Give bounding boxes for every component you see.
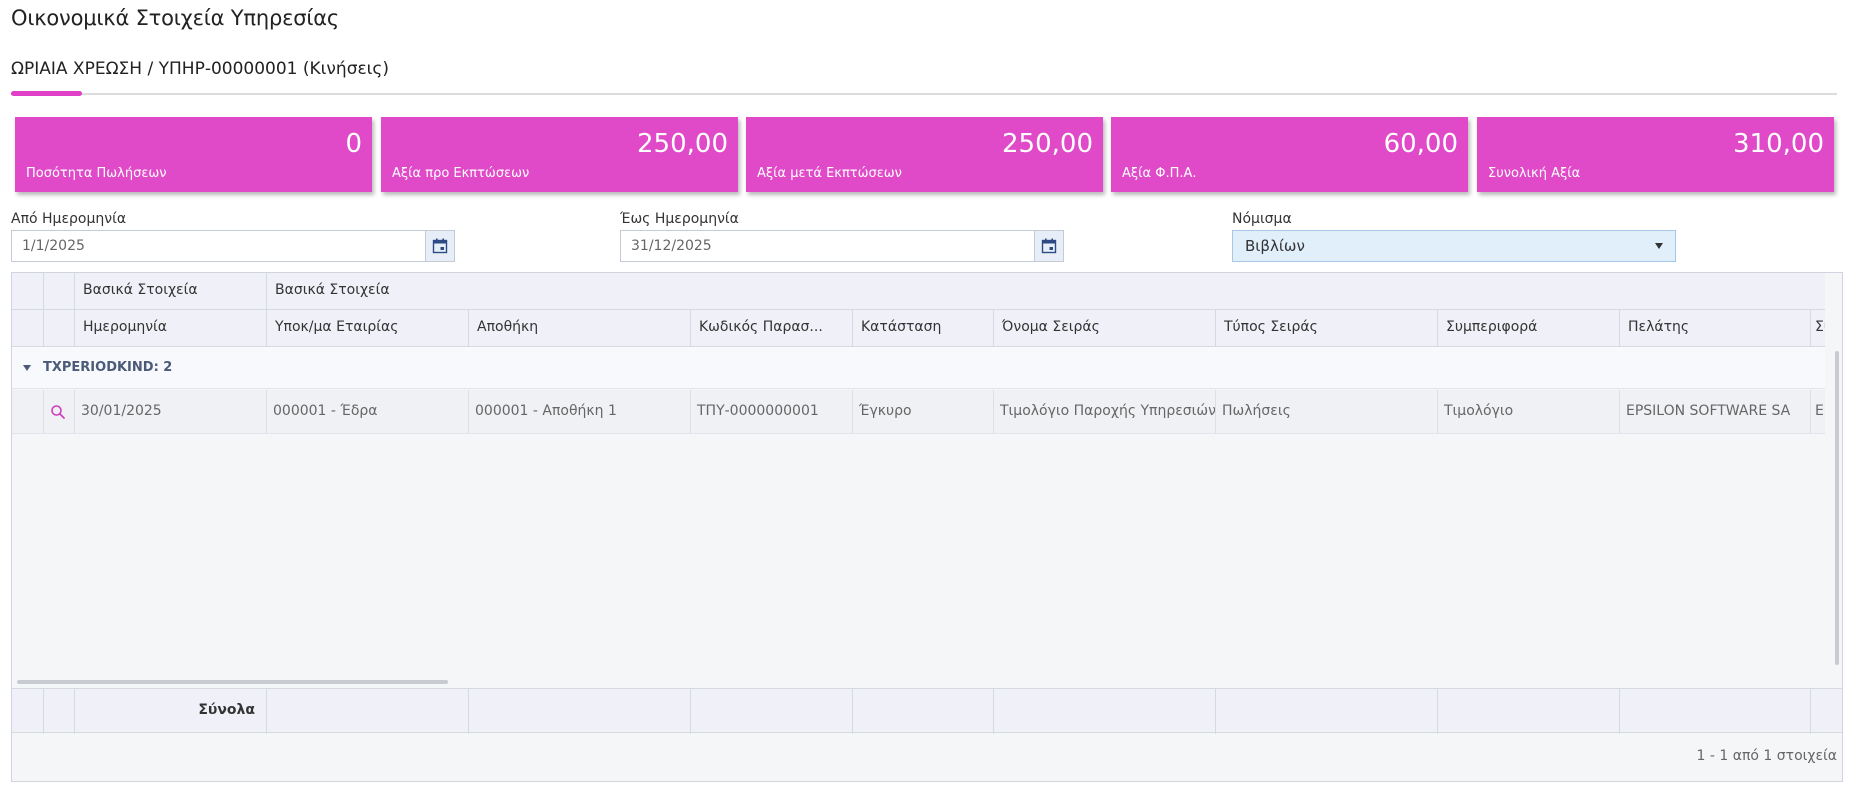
group-label: TXPERIODKIND: 2	[43, 360, 173, 375]
totals-cell	[691, 689, 853, 734]
calendar-icon	[1041, 238, 1057, 254]
currency-selected-value: Βιβλίων	[1245, 237, 1305, 255]
vertical-scrollbar[interactable]	[1835, 351, 1839, 665]
tab-title[interactable]: ΩΡΙΑΙΑ ΧΡΕΩΣΗ / ΥΠΗΡ-00000001 (Κινήσεις)	[11, 59, 389, 79]
table-row[interactable]: 30/01/2025 000001 - Έδρα 000001 - Αποθήκ…	[12, 390, 1825, 434]
column-header-truncated[interactable]: Συνα	[1811, 310, 1825, 347]
totals-cell	[994, 689, 1216, 734]
chevron-down-icon	[1655, 243, 1663, 249]
kpi-total-value: 310,00 Συνολική Αξία	[1477, 117, 1834, 192]
column-header-spacer	[12, 310, 44, 347]
currency-label: Νόμισμα	[1232, 211, 1292, 227]
totals-spacer	[12, 689, 44, 734]
band-header-basic-info: Βασικά Στοιχεία	[75, 273, 267, 310]
kpi-value: 250,00	[1002, 129, 1093, 159]
column-header-behavior[interactable]: Συμπεριφορά	[1438, 310, 1620, 347]
cell-company-branch: 000001 - Έδρα	[267, 390, 469, 434]
totals-cell	[267, 689, 469, 734]
kpi-value: 250,00	[637, 129, 728, 159]
band-header-spacer	[12, 273, 44, 310]
kpi-value: 0	[345, 129, 362, 159]
to-date-label: Έως Ημερομηνία	[620, 211, 739, 227]
kpi-label: Ποσότητα Πωλήσεων	[26, 166, 167, 181]
cell-date: 30/01/2025	[75, 390, 267, 434]
cell-status: Έγκυρο	[853, 390, 994, 434]
column-header-status[interactable]: Κατάσταση	[853, 310, 994, 347]
from-date-input[interactable]: 1/1/2025	[11, 230, 427, 262]
kpi-vat-value: 60,00 Αξία Φ.Π.Α.	[1111, 117, 1468, 192]
cell-warehouse: 000001 - Αποθήκη 1	[469, 390, 691, 434]
cell-series-name: Τιμολόγιο Παροχής Υπηρεσιών	[994, 390, 1216, 434]
cell-customer: EPSILON SOFTWARE SA	[1620, 390, 1811, 434]
column-header-spacer	[44, 310, 75, 347]
totals-cell	[1620, 689, 1811, 734]
to-date-calendar-button[interactable]	[1034, 230, 1064, 262]
column-header-date[interactable]: Ημερομηνία	[75, 310, 267, 347]
grid-column-header-row: Ημερομηνία Υποκ/μα Εταιρίας Αποθήκη Κωδι…	[12, 310, 1825, 347]
column-header-series-type[interactable]: Τύπος Σειράς	[1216, 310, 1438, 347]
band-header-basic-info: Βασικά Στοιχεία	[275, 282, 390, 298]
kpi-label: Αξία μετά Εκπτώσεων	[757, 166, 902, 181]
group-row[interactable]: TXPERIODKIND: 2	[12, 347, 1825, 389]
totals-row: Σύνολα	[12, 688, 1842, 734]
horizontal-scrollbar[interactable]	[17, 680, 448, 684]
cell-series-type: Πωλήσεις	[1216, 390, 1438, 434]
tab-divider	[11, 93, 1837, 95]
to-date-input[interactable]: 31/12/2025	[620, 230, 1036, 262]
calendar-icon	[432, 238, 448, 254]
search-icon[interactable]	[50, 404, 66, 420]
totals-cell	[1811, 689, 1842, 734]
active-tab-indicator	[11, 91, 82, 96]
currency-select[interactable]: Βιβλίων	[1232, 230, 1676, 262]
kpi-sales-quantity: 0 Ποσότητα Πωλήσεων	[15, 117, 372, 192]
collapse-triangle-icon[interactable]	[23, 365, 31, 371]
data-grid: Βασικά Στοιχεία Βασικά Στοιχεία Ημερομην…	[11, 272, 1843, 782]
kpi-value-after-discount: 250,00 Αξία μετά Εκπτώσεων	[746, 117, 1103, 192]
totals-cell	[853, 689, 994, 734]
kpi-label: Συνολική Αξία	[1488, 166, 1581, 181]
totals-label: Σύνολα	[198, 702, 255, 718]
totals-cell	[1216, 689, 1438, 734]
column-header-company-branch[interactable]: Υποκ/μα Εταιρίας	[267, 310, 469, 347]
row-spacer	[12, 390, 44, 434]
kpi-value-before-discount: 250,00 Αξία προ Εκπτώσεων	[381, 117, 738, 192]
cell-truncated: EPSI	[1815, 403, 1825, 419]
grid-band-header-row: Βασικά Στοιχεία Βασικά Στοιχεία	[12, 273, 1825, 310]
from-date-label: Από Ημερομηνία	[11, 211, 127, 227]
kpi-label: Αξία Φ.Π.Α.	[1122, 166, 1197, 181]
column-header-series-name[interactable]: Όνομα Σειράς	[994, 310, 1216, 347]
totals-cell	[1438, 689, 1620, 734]
page-title: Οικονομικά Στοιχεία Υπηρεσίας	[11, 6, 340, 30]
kpi-value: 60,00	[1383, 129, 1458, 159]
grid-empty-area	[12, 434, 1825, 684]
kpi-label: Αξία προ Εκπτώσεων	[392, 166, 530, 181]
column-header-customer[interactable]: Πελάτης	[1620, 310, 1811, 347]
column-header-warehouse[interactable]: Αποθήκη	[469, 310, 691, 347]
pager-info: 1 - 1 από 1 στοιχεία	[1696, 748, 1837, 764]
column-header-document-code[interactable]: Κωδικός Παρασ...	[691, 310, 853, 347]
cell-behavior: Τιμολόγιο	[1438, 390, 1620, 434]
cell-document-code: ΤΠΥ-0000000001	[691, 390, 853, 434]
totals-cell	[469, 689, 691, 734]
band-header-spacer	[44, 273, 75, 310]
from-date-calendar-button[interactable]	[425, 230, 455, 262]
kpi-value: 310,00	[1733, 129, 1824, 159]
